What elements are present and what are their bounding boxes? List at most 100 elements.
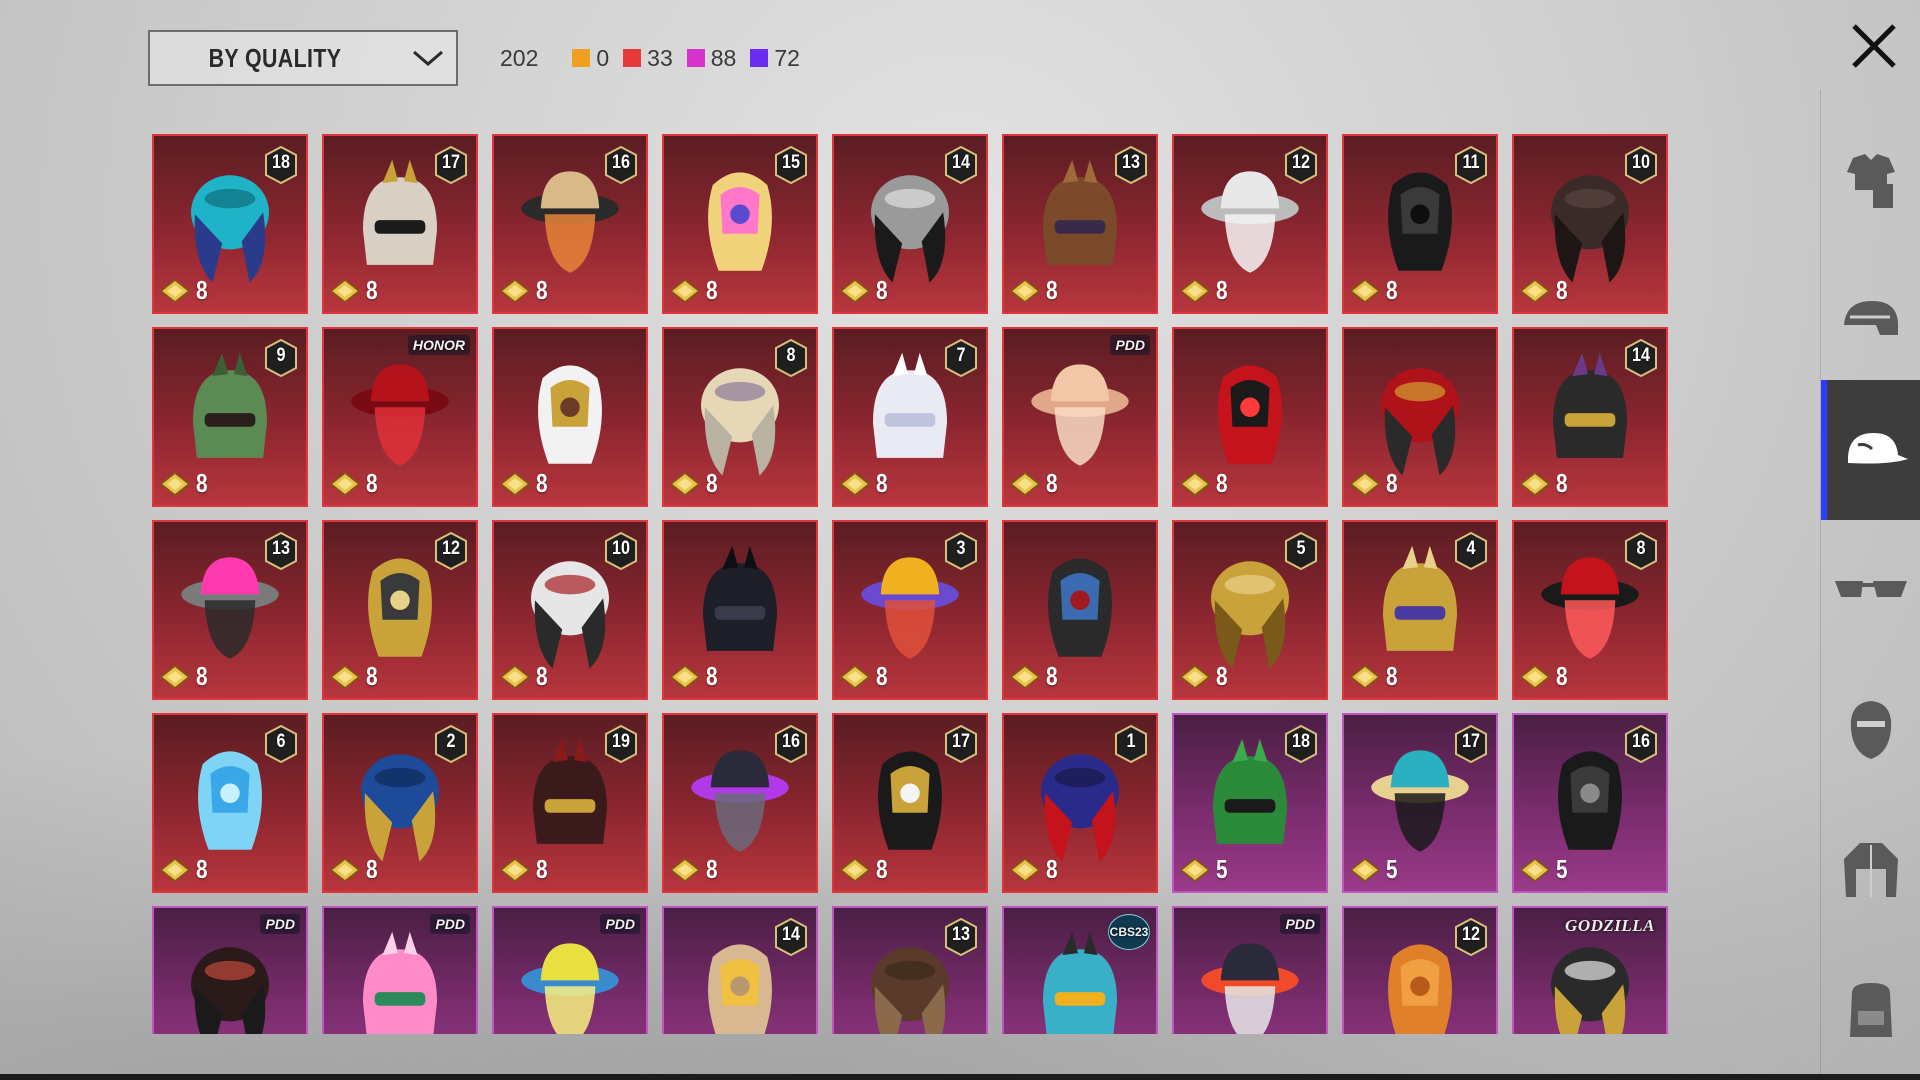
item-card[interactable]: 14 <box>662 906 818 1034</box>
level-badge: 8 <box>774 338 808 378</box>
cost-value: 8 <box>1386 275 1398 305</box>
item-card[interactable]: 18 8 <box>152 134 308 314</box>
item-card[interactable]: 19 8 <box>492 713 648 893</box>
item-card[interactable]: GODZILLA <box>1512 906 1668 1034</box>
level-text: 9 <box>276 345 286 366</box>
outfit-icon <box>1847 154 1895 208</box>
item-card[interactable]: 11 8 <box>1342 134 1498 314</box>
item-grid: 18 8 17 8 16 8 15 8 14 8 13 8 12 8 11 8 … <box>152 134 1670 1034</box>
item-card[interactable]: 88 <box>662 327 818 507</box>
item-card[interactable]: 16 8 <box>492 134 648 314</box>
item-cost: 8 <box>1180 661 1230 692</box>
item-card[interactable]: 78 <box>832 327 988 507</box>
tab-backpack[interactable] <box>1821 940 1920 1080</box>
item-card[interactable]: PDD <box>1172 906 1328 1034</box>
item-card[interactable]: 58 <box>1172 520 1328 700</box>
level-badge: 9 <box>264 338 298 378</box>
level-badge: 4 <box>1454 531 1488 571</box>
item-card[interactable]: 18 5 <box>1172 713 1328 893</box>
level-text: 14 <box>952 152 970 173</box>
level-badge: 15 <box>774 145 808 185</box>
item-card[interactable]: 13 8 <box>152 520 308 700</box>
diamond-coin-icon <box>1010 278 1040 303</box>
item-card[interactable]: 48 <box>1342 520 1498 700</box>
tab-jacket[interactable] <box>1821 800 1920 940</box>
diamond-coin-icon <box>330 857 360 882</box>
tab-outfit[interactable] <box>1821 110 1920 250</box>
item-card[interactable]: 8 <box>1172 327 1328 507</box>
item-card[interactable]: 14 8 <box>1512 327 1668 507</box>
tab-headwear[interactable] <box>1821 380 1920 520</box>
item-card[interactable]: 17 8 <box>832 713 988 893</box>
item-card[interactable]: 12 8 <box>322 520 478 700</box>
tab-mask[interactable] <box>1821 660 1920 800</box>
cost-value: 8 <box>196 661 208 691</box>
level-badge: 10 <box>604 531 638 571</box>
item-card[interactable]: 98 <box>152 327 308 507</box>
level-badge: 13 <box>1114 145 1148 185</box>
tab-glasses[interactable] <box>1821 520 1920 660</box>
item-cost: 8 <box>1520 661 1570 692</box>
level-text: 4 <box>1466 538 1476 559</box>
item-card[interactable]: 8 <box>1002 520 1158 700</box>
item-card[interactable]: 16 5 <box>1512 713 1668 893</box>
cost-value: 8 <box>366 275 378 305</box>
item-card[interactable]: PDD <box>492 906 648 1034</box>
item-card[interactable]: 12 8 <box>1172 134 1328 314</box>
close-button[interactable] <box>1838 14 1910 78</box>
item-card[interactable]: CBS23 <box>1002 906 1158 1034</box>
item-card[interactable]: 17 5 <box>1342 713 1498 893</box>
item-card[interactable]: 15 8 <box>662 134 818 314</box>
item-card[interactable]: 13 <box>832 906 988 1034</box>
item-card[interactable]: PDD <box>322 906 478 1034</box>
cost-value: 8 <box>1556 275 1568 305</box>
item-cost: 8 <box>500 854 550 885</box>
level-badge: 13 <box>944 917 978 957</box>
diamond-coin-icon <box>1350 664 1380 689</box>
item-card[interactable]: 8 <box>492 327 648 507</box>
diamond-coin-icon <box>840 857 870 882</box>
item-card[interactable]: PDD 8 <box>1002 327 1158 507</box>
item-card[interactable]: 14 8 <box>832 134 988 314</box>
level-badge: 17 <box>434 145 468 185</box>
level-text: 10 <box>1632 152 1650 173</box>
item-cost: 5 <box>1350 854 1400 885</box>
sort-dropdown[interactable]: BY QUALITY <box>148 30 458 86</box>
level-badge: 19 <box>604 724 638 764</box>
level-badge: 3 <box>944 531 978 571</box>
item-card[interactable]: 17 8 <box>322 134 478 314</box>
item-card[interactable]: 88 <box>1512 520 1668 700</box>
item-card[interactable]: HONOR 8 <box>322 327 478 507</box>
quality-counts: 202 0 33 88 72 <box>500 40 814 76</box>
helmet-icon <box>1844 301 1898 335</box>
category-sidebar <box>1820 90 1920 1080</box>
diamond-coin-icon <box>840 278 870 303</box>
item-card[interactable]: 16 8 <box>662 713 818 893</box>
collab-tag: CBS23 <box>1108 914 1150 950</box>
diamond-coin-icon <box>1350 471 1380 496</box>
item-card[interactable]: 18 <box>1002 713 1158 893</box>
item-card[interactable]: 68 <box>152 713 308 893</box>
diamond-coin-icon <box>670 471 700 496</box>
item-card[interactable]: 8 <box>1342 327 1498 507</box>
level-text: 15 <box>782 152 800 173</box>
cost-value: 8 <box>196 468 208 498</box>
item-card[interactable]: 12 <box>1342 906 1498 1034</box>
item-cost: 8 <box>840 661 890 692</box>
level-badge: 2 <box>434 724 468 764</box>
item-card[interactable]: 10 8 <box>1512 134 1668 314</box>
bottom-border <box>0 1074 1920 1080</box>
item-card[interactable]: PDD <box>152 906 308 1034</box>
tab-helmet[interactable] <box>1821 250 1920 390</box>
cost-value: 8 <box>1046 854 1058 884</box>
cost-value: 8 <box>366 468 378 498</box>
item-card[interactable]: 13 8 <box>1002 134 1158 314</box>
item-card[interactable]: 38 <box>832 520 988 700</box>
item-card[interactable]: 28 <box>322 713 478 893</box>
diamond-coin-icon <box>160 857 190 882</box>
cost-value: 8 <box>536 468 548 498</box>
diamond-coin-icon <box>1520 278 1550 303</box>
item-card[interactable]: 10 8 <box>492 520 648 700</box>
level-badge: 18 <box>264 145 298 185</box>
item-card[interactable]: 8 <box>662 520 818 700</box>
